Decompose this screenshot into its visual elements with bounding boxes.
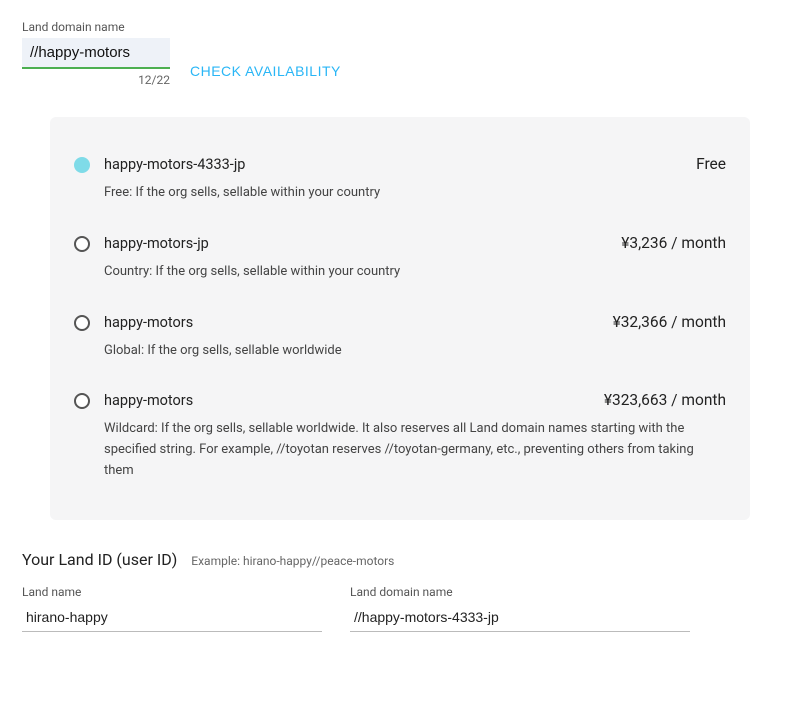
domain-option[interactable]: happy-motors ¥32,366 / month Global: If … xyxy=(74,313,726,362)
option-price: ¥323,663 / month xyxy=(566,391,726,409)
option-desc: Country: If the org sells, sellable with… xyxy=(104,262,726,283)
option-name: happy-motors xyxy=(104,392,193,409)
land-name-label: Land name xyxy=(22,585,322,599)
char-counter: 12/22 xyxy=(22,73,170,87)
option-desc: Free: If the org sells, sellable within … xyxy=(104,183,726,204)
radio-selected-icon[interactable] xyxy=(74,157,90,173)
land-domain-name-input[interactable] xyxy=(350,603,690,632)
option-price: Free xyxy=(566,155,726,173)
availability-results-panel: happy-motors-4333-jp Free Free: If the o… xyxy=(50,117,750,520)
domain-option[interactable]: happy-motors-4333-jp Free Free: If the o… xyxy=(74,155,726,204)
check-availability-button[interactable]: CHECK AVAILABILITY xyxy=(188,57,343,87)
land-domain-label: Land domain name xyxy=(22,20,170,34)
land-domain-input[interactable] xyxy=(22,38,170,69)
landid-example: Example: hirano-happy//peace-motors xyxy=(191,554,394,568)
radio-unselected-icon[interactable] xyxy=(74,393,90,409)
option-name: happy-motors-jp xyxy=(104,235,209,252)
land-name-input[interactable] xyxy=(22,603,322,632)
domain-option[interactable]: happy-motors-jp ¥3,236 / month Country: … xyxy=(74,234,726,283)
radio-unselected-icon[interactable] xyxy=(74,236,90,252)
domain-option[interactable]: happy-motors ¥323,663 / month Wildcard: … xyxy=(74,391,726,481)
option-desc: Wildcard: If the org sells, sellable wor… xyxy=(104,419,726,481)
landid-section-title: Your Land ID (user ID) xyxy=(22,550,177,569)
option-price: ¥32,366 / month xyxy=(566,313,726,331)
option-desc: Global: If the org sells, sellable world… xyxy=(104,341,726,362)
land-domain-name-label: Land domain name xyxy=(350,585,690,599)
option-name: happy-motors-4333-jp xyxy=(104,156,245,173)
radio-unselected-icon[interactable] xyxy=(74,315,90,331)
option-name: happy-motors xyxy=(104,314,193,331)
option-price: ¥3,236 / month xyxy=(566,234,726,252)
